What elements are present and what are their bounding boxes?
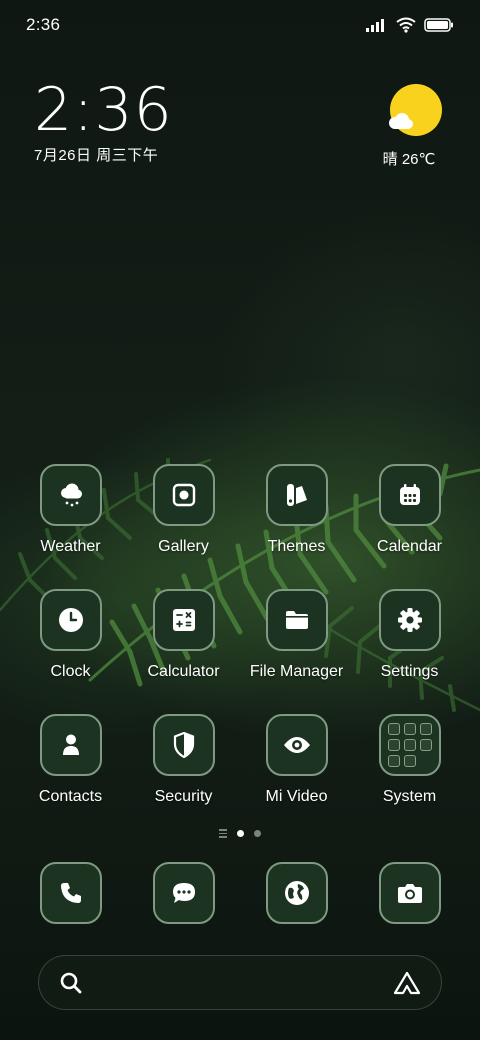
phone-app-icon[interactable]	[39, 862, 102, 924]
app-label: Clock	[50, 663, 91, 680]
camera-icon	[397, 884, 422, 903]
themes-app-icon[interactable]	[265, 464, 328, 526]
app-label: Themes	[267, 538, 326, 555]
page-indicator[interactable]	[0, 829, 480, 838]
calculator-icon	[172, 609, 195, 631]
sun-icon	[389, 84, 442, 136]
search-bar[interactable]	[38, 955, 442, 1010]
app-label: Calculator	[147, 663, 220, 680]
folder-grid-icon	[387, 723, 432, 767]
calendar-icon	[399, 484, 420, 505]
weather-summary: 晴 26℃	[374, 148, 444, 169]
messages-app-icon[interactable]	[152, 862, 215, 924]
dock-phone[interactable]	[14, 862, 127, 924]
app-label: File Manager	[249, 663, 344, 680]
weather-condition: 晴	[382, 151, 398, 168]
clock-icon	[58, 608, 83, 632]
mini-app-icon	[387, 755, 400, 767]
weather-temperature: 26℃	[401, 151, 436, 168]
app-label: Mi Video	[265, 788, 328, 805]
app-label: System	[382, 788, 437, 805]
dock-camera[interactable]	[353, 862, 466, 924]
app-calculator[interactable]: Calculator	[127, 589, 240, 714]
assistant-icon[interactable]	[393, 971, 421, 995]
cloud-snow-icon	[60, 483, 82, 507]
mini-app-icon	[403, 739, 416, 751]
app-label: Weather	[40, 538, 101, 555]
mini-app-icon	[387, 723, 400, 735]
shield-icon	[173, 732, 194, 758]
page-dot-active	[237, 829, 244, 837]
mini-app-icon	[419, 739, 432, 751]
clock-app-icon[interactable]	[39, 589, 102, 651]
status-time: 2:36	[26, 15, 61, 34]
globe-icon	[284, 881, 309, 905]
app-settings[interactable]: Settings	[353, 589, 466, 714]
settings-app-icon[interactable]	[378, 589, 441, 651]
app-grid: Weather Gallery Themes Calendar Clock Ca…	[14, 464, 466, 839]
app-system-folder[interactable]: System	[353, 714, 466, 839]
calendar-app-icon[interactable]	[378, 464, 441, 526]
page-dot	[254, 829, 261, 837]
app-row: Weather Gallery Themes Calendar	[14, 464, 466, 589]
person-icon	[62, 734, 79, 755]
clock-widget-time: 2:36	[34, 75, 173, 145]
palette-icon	[286, 484, 307, 506]
app-weather[interactable]: Weather	[14, 464, 127, 589]
mini-app-icon	[387, 739, 400, 751]
dock-messages[interactable]	[127, 862, 240, 924]
calculator-app-icon[interactable]	[152, 589, 215, 651]
eye-icon	[283, 737, 310, 753]
clock-widget-date: 7月26日 周三下午	[34, 147, 159, 164]
dock	[14, 862, 466, 924]
browser-app-icon[interactable]	[265, 862, 328, 924]
dock-browser[interactable]	[240, 862, 353, 924]
gallery-app-icon[interactable]	[152, 464, 215, 526]
status-icons	[366, 17, 454, 33]
weather-widget[interactable]: 晴 26℃	[383, 84, 444, 169]
app-label: Contacts	[38, 788, 103, 805]
chat-icon	[172, 883, 195, 903]
image-icon	[172, 483, 195, 507]
app-label: Settings	[380, 663, 439, 680]
app-row: Clock Calculator File Manager Settings	[14, 589, 466, 714]
app-label: Security	[154, 788, 213, 805]
gear-icon	[397, 608, 422, 632]
search-icon[interactable]	[59, 971, 83, 995]
wifi-icon	[396, 17, 416, 33]
mi-video-app-icon[interactable]	[265, 714, 328, 776]
app-label: Calendar	[377, 538, 442, 555]
app-clock[interactable]: Clock	[14, 589, 127, 714]
security-app-icon[interactable]	[152, 714, 215, 776]
app-file-manager[interactable]: File Manager	[240, 589, 353, 714]
file-manager-app-icon[interactable]	[265, 589, 328, 651]
clock-widget[interactable]: 2:36 7月26日 周三下午	[34, 78, 173, 165]
app-calendar[interactable]: Calendar	[353, 464, 466, 589]
phone-icon	[60, 883, 81, 903]
app-security[interactable]: Security	[127, 714, 240, 839]
signal-icon	[366, 19, 384, 32]
battery-icon	[424, 18, 453, 32]
contacts-app-icon[interactable]	[39, 714, 102, 776]
app-themes[interactable]: Themes	[240, 464, 353, 589]
app-mi-video[interactable]: Mi Video	[240, 714, 353, 839]
mini-app-icon	[403, 723, 416, 735]
cloud-icon	[389, 113, 413, 129]
app-contacts[interactable]: Contacts	[14, 714, 127, 839]
app-row: Contacts Security Mi Video System	[14, 714, 466, 839]
app-drawer-indicator-icon	[219, 829, 227, 838]
folder-icon	[285, 611, 308, 629]
camera-app-icon[interactable]	[378, 862, 441, 924]
mini-app-icon	[419, 723, 432, 735]
weather-app-icon[interactable]	[39, 464, 102, 526]
app-gallery[interactable]: Gallery	[127, 464, 240, 589]
mini-app-icon	[403, 755, 416, 767]
status-bar: 2:36	[0, 0, 480, 50]
system-folder-icon[interactable]	[378, 714, 441, 776]
app-label: Gallery	[158, 538, 209, 555]
